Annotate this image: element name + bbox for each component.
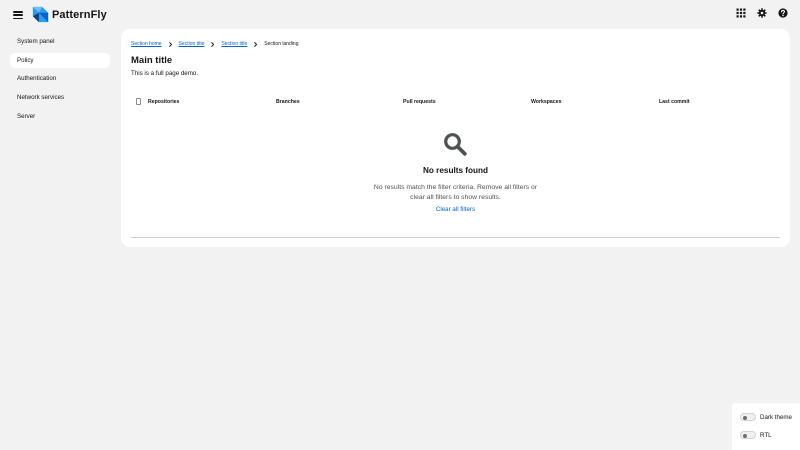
page-description: This is a full page demo. bbox=[131, 70, 199, 77]
main-panel: Section home Section title Section title… bbox=[121, 29, 790, 247]
column-header-branches[interactable]: Branches bbox=[276, 99, 300, 105]
dark-theme-row: Dark theme bbox=[740, 412, 792, 422]
select-all-checkbox[interactable] bbox=[136, 98, 141, 105]
search-icon bbox=[443, 132, 467, 156]
rtl-label: RTL bbox=[760, 431, 772, 439]
app-grid-icon[interactable] bbox=[736, 8, 746, 18]
sidebar-item-policy[interactable]: Policy bbox=[10, 52, 110, 68]
column-header-repositories[interactable]: Repositories bbox=[148, 99, 179, 105]
breadcrumb-link-section-title-1[interactable]: Section title bbox=[179, 41, 205, 47]
hamburger-menu-icon[interactable] bbox=[12, 9, 24, 21]
column-header-workspaces[interactable]: Workspaces bbox=[531, 99, 561, 105]
breadcrumb-link-section-home[interactable]: Section home bbox=[131, 41, 162, 47]
sidebar-item-authentication[interactable]: Authentication bbox=[10, 71, 110, 86]
sidebar-item-network-services[interactable]: Network services bbox=[10, 90, 110, 105]
breadcrumb-link-section-title-2[interactable]: Section title bbox=[221, 41, 247, 47]
chevron-right-icon bbox=[168, 41, 172, 47]
masthead: PatternFly bbox=[0, 0, 800, 29]
sidebar-item-system-panel[interactable]: System panel bbox=[10, 34, 110, 49]
help-icon[interactable] bbox=[778, 8, 788, 18]
sidebar-nav: System panel Policy Authentication Netwo… bbox=[10, 34, 110, 127]
patternfly-logo-icon bbox=[32, 6, 49, 23]
empty-state-action: Clear all filters bbox=[121, 206, 790, 213]
rtl-row: RTL bbox=[740, 430, 772, 440]
empty-state-title: No results found bbox=[422, 166, 489, 175]
dark-theme-toggle[interactable] bbox=[740, 413, 756, 421]
masthead-toolbar bbox=[736, 8, 788, 18]
clear-all-filters-button[interactable]: Clear all filters bbox=[436, 206, 475, 213]
column-header-pull-requests[interactable]: Pull requests bbox=[403, 99, 436, 105]
rtl-toggle[interactable] bbox=[740, 431, 756, 439]
breadcrumb-current: Section landing bbox=[264, 41, 299, 47]
chevron-right-icon bbox=[211, 41, 215, 47]
gear-icon[interactable] bbox=[757, 8, 767, 18]
theme-settings-panel: Dark theme RTL bbox=[732, 403, 800, 450]
column-header-last-commit[interactable]: Last commit bbox=[659, 99, 690, 105]
empty-state-body: No results match the filter criteria. Re… bbox=[373, 184, 538, 201]
logo[interactable]: PatternFly bbox=[32, 6, 107, 23]
table-divider bbox=[131, 237, 780, 238]
dark-theme-label: Dark theme bbox=[760, 413, 792, 421]
page-title: Main title bbox=[131, 55, 173, 66]
table-header: Repositories Branches Pull requests Work… bbox=[131, 96, 780, 108]
chevron-right-icon bbox=[254, 41, 258, 47]
sidebar-item-server[interactable]: Server bbox=[10, 109, 110, 124]
breadcrumb: Section home Section title Section title… bbox=[131, 40, 299, 48]
logo-text: PatternFly bbox=[52, 8, 107, 21]
